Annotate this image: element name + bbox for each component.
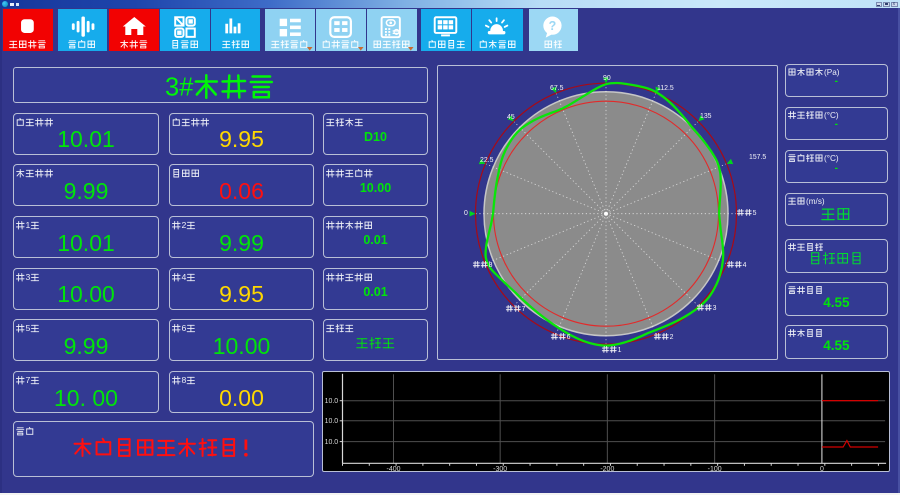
svg-text:90: 90: [603, 74, 611, 81]
svg-text:6: 6: [566, 333, 570, 340]
svg-text:0: 0: [464, 209, 468, 216]
svg-text:(°C): (°C): [824, 111, 839, 120]
svg-text:(m/s): (m/s): [806, 197, 825, 206]
svg-text:10.0: 10.0: [324, 439, 338, 446]
svg-text:3: 3: [712, 305, 716, 312]
svg-text:(Pa): (Pa): [824, 68, 840, 77]
svg-text:67.5: 67.5: [550, 84, 564, 91]
svg-text:1: 1: [617, 346, 621, 353]
svg-text:10.0: 10.0: [324, 398, 338, 405]
svg-text:6: 6: [181, 324, 186, 334]
svg-text:22.5: 22.5: [480, 157, 494, 164]
svg-text:2: 2: [181, 220, 186, 230]
svg-text:4: 4: [743, 262, 747, 269]
svg-text:(°C): (°C): [824, 154, 839, 163]
svg-text:3: 3: [25, 272, 30, 282]
svg-text:8: 8: [489, 261, 493, 268]
svg-text:10.0: 10.0: [324, 418, 338, 425]
svg-text:-400: -400: [386, 466, 400, 473]
svg-text:45: 45: [507, 113, 515, 120]
svg-text:1: 1: [25, 220, 30, 230]
svg-text:2: 2: [669, 334, 673, 341]
svg-text:-300: -300: [493, 466, 507, 473]
svg-text:3#: 3#: [165, 73, 194, 101]
svg-text:?: ?: [549, 19, 557, 33]
svg-text:112.5: 112.5: [657, 85, 674, 92]
svg-text:7: 7: [521, 305, 525, 312]
svg-text:5: 5: [25, 324, 30, 334]
svg-text:157.5: 157.5: [749, 154, 766, 161]
svg-text:5: 5: [753, 209, 757, 216]
svg-text:-200: -200: [600, 466, 614, 473]
svg-text:135: 135: [700, 113, 712, 120]
svg-text:8: 8: [181, 375, 186, 385]
svg-text:-100: -100: [707, 466, 721, 473]
svg-text:7: 7: [25, 375, 30, 385]
svg-text:4: 4: [181, 272, 186, 282]
svg-text:0: 0: [820, 466, 824, 473]
